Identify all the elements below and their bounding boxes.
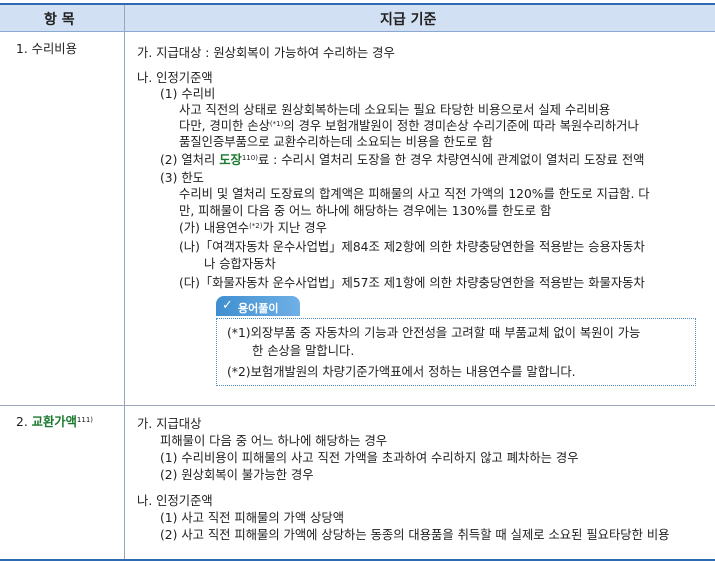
check-icon: ✓ xyxy=(222,298,233,313)
row1-line-ga: (가) 내용연수(*2)가 지난 경우 xyxy=(179,221,327,235)
row1-item: 1. 수리비용 xyxy=(16,42,77,56)
row1-line-na1: (나)「여객자동차 운수사업법」제84조 제2항에 의한 차량충당연한을 적용받… xyxy=(179,240,645,254)
row1-line-b1-t3: 품질인증부품으로 교환수리하는데 소요되는 비용을 한도로 함 xyxy=(179,135,493,149)
row1-line-da: (다)「화물자동차 운수사업법」제57조 제1항에 의한 차량충당연한을 적용받… xyxy=(179,276,645,290)
row2-line-a-t: 피해물이 다음 중 어느 하나에 해당하는 경우 xyxy=(160,434,388,448)
row1-line-b1-t2: 다만, 경미한 손상(*1)의 경우 보험개발원이 정한 경미손상 수리기준에 … xyxy=(179,119,639,133)
header-criteria: 지급 기준 xyxy=(380,12,437,28)
row2-line-b1: (1) 사고 직전 피해물의 가액 상당액 xyxy=(160,511,345,525)
column-divider xyxy=(124,5,125,559)
row1-line-na2: 나 승합자동차 xyxy=(204,257,276,271)
row1-line-b3: (3) 한도 xyxy=(160,171,204,185)
paint-term: 도장 xyxy=(219,153,242,167)
row2-line-b: 나. 인정기준액 xyxy=(137,494,213,508)
row2-line-a1: (1) 수리비용이 피해물의 사고 직전 가액을 초과하여 수리하지 않고 폐차… xyxy=(160,451,579,465)
row1-line-b2: (2) 열처리 도장110)료 : 수리시 열처리 도장을 한 경우 차량연식에… xyxy=(160,153,645,167)
row-divider xyxy=(0,405,715,406)
row1-line-b3-t1: 수리비 및 열처리 도장료의 합계액은 피해물의 사고 직전 가액의 120%를… xyxy=(179,187,650,201)
glossary-note-1a: (*1)외장부품 중 자동차의 기능과 안전성을 고려할 때 부품교체 없이 복… xyxy=(227,326,641,340)
exchange-value-term: 교환가액 xyxy=(31,415,77,429)
row1-line-b1-t1: 사고 직전의 상태로 원상회복하는데 소요되는 필요 타당한 비용으로서 실제 … xyxy=(179,103,611,117)
table-header: 항 목 지급 기준 xyxy=(0,5,715,32)
row1-line-b3-t2: 만, 피해물이 다음 중 어느 하나에 해당하는 경우에는 130%를 한도로 … xyxy=(179,204,552,218)
row2-line-b2: (2) 사고 직전 피해물의 가액에 상당하는 동종의 대용품을 취득할 때 실… xyxy=(160,528,670,542)
compensation-table: 항 목 지급 기준 1. 수리비용 가. 지급대상 : 원상회복이 가능하여 수… xyxy=(0,3,715,561)
glossary-note-1b: 한 손상을 말합니다. xyxy=(252,344,355,358)
row2-line-a: 가. 지급대상 xyxy=(137,417,202,431)
row2-item: 2. 교환가액111) xyxy=(16,415,94,429)
row1-line-b1: (1) 수리비 xyxy=(160,87,216,101)
row1-line-b: 나. 인정기준액 xyxy=(137,71,213,85)
glossary-note-2: (*2)보험개발원의 차량기준가액표에서 정하는 내용연수를 말합니다. xyxy=(227,365,576,379)
row1-line-a: 가. 지급대상 : 원상회복이 가능하여 수리하는 경우 xyxy=(137,46,395,60)
glossary-tag: ✓ 용어풀이 xyxy=(216,296,300,316)
header-item: 항 목 xyxy=(44,12,75,28)
row2-line-a2: (2) 원상회복이 불가능한 경우 xyxy=(160,468,314,482)
